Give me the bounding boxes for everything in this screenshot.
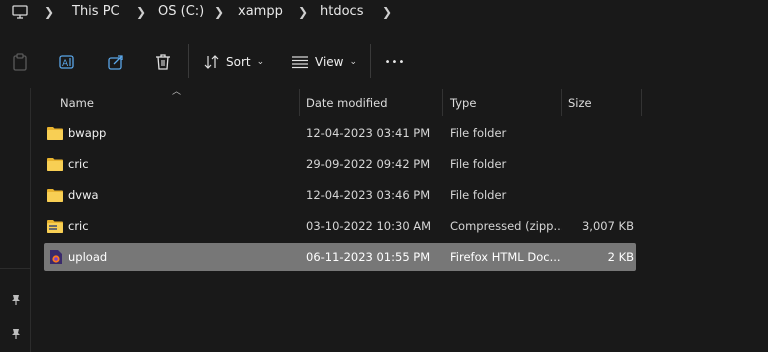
breadcrumb-chevron-icon: ❯ xyxy=(214,5,225,19)
breadcrumb-chevron-icon: ❯ xyxy=(382,5,393,19)
trash-icon xyxy=(156,54,170,70)
folder-icon xyxy=(47,126,63,140)
view-lines-icon xyxy=(292,56,308,69)
file-date: 06-11-2023 01:55 PM xyxy=(306,250,431,264)
file-size: 2 KB xyxy=(607,250,634,264)
paste-button[interactable] xyxy=(8,48,32,76)
file-size xyxy=(564,181,634,209)
zip-folder-icon xyxy=(47,219,63,233)
folder-icon xyxy=(47,188,63,202)
folder-icon xyxy=(47,157,63,171)
sort-label: Sort xyxy=(226,55,251,69)
toolbar-divider xyxy=(188,44,189,78)
file-row[interactable]: cric 03-10-2022 10:30 AM Compressed (zip… xyxy=(44,212,636,240)
file-size xyxy=(564,119,634,147)
breadcrumb-this-pc[interactable]: This PC xyxy=(72,2,120,22)
file-size: 3,007 KB xyxy=(581,219,634,233)
file-name: cric xyxy=(68,157,89,171)
file-name: bwapp xyxy=(68,126,107,140)
file-type: Compressed (zipp... xyxy=(450,219,562,233)
file-row[interactable]: bwapp 12-04-2023 03:41 PM File folder xyxy=(44,119,636,147)
column-divider[interactable] xyxy=(299,89,300,116)
column-divider[interactable] xyxy=(442,89,443,116)
svg-text:A: A xyxy=(62,59,69,69)
pin-icon[interactable] xyxy=(10,328,22,343)
nav-divider xyxy=(0,268,30,269)
file-name: cric xyxy=(68,219,89,233)
file-row[interactable]: dvwa 12-04-2023 03:46 PM File folder xyxy=(44,181,636,209)
file-type: File folder xyxy=(450,126,507,140)
column-header-name[interactable]: Name xyxy=(60,92,296,114)
chevron-down-icon: ⌄ xyxy=(256,57,265,67)
file-date: 12-04-2023 03:41 PM xyxy=(306,126,431,140)
firefox-html-icon xyxy=(49,249,63,265)
share-button[interactable] xyxy=(103,48,129,76)
more-icon: ••• xyxy=(384,56,406,68)
file-type: File folder xyxy=(450,188,507,202)
breadcrumb-chevron-icon: ❯ xyxy=(44,5,55,19)
file-date: 29-09-2022 09:42 PM xyxy=(306,157,431,171)
breadcrumb-htdocs[interactable]: htdocs xyxy=(320,2,363,22)
breadcrumb-os-c[interactable]: OS (C:) xyxy=(158,2,204,22)
chevron-down-icon: ⌄ xyxy=(349,57,358,67)
breadcrumb-chevron-icon: ❯ xyxy=(136,5,147,19)
sort-icon xyxy=(204,55,219,69)
file-name: dvwa xyxy=(68,188,99,202)
rename-icon: A xyxy=(59,55,74,69)
breadcrumb-xampp[interactable]: xampp xyxy=(238,2,283,22)
navigation-pane xyxy=(0,88,31,352)
rename-button[interactable]: A xyxy=(54,48,80,76)
view-button[interactable]: View ⌄ xyxy=(291,48,359,76)
file-type: Firefox HTML Doc... xyxy=(450,250,561,264)
file-name: upload xyxy=(68,250,108,264)
file-row[interactable]: cric 29-09-2022 09:42 PM File folder xyxy=(44,150,636,178)
pin-icon[interactable] xyxy=(10,294,22,309)
file-type: File folder xyxy=(450,157,507,171)
clipboard-icon xyxy=(13,53,27,71)
sort-button[interactable]: Sort ⌄ xyxy=(204,48,268,76)
column-divider[interactable] xyxy=(641,89,642,116)
breadcrumb-chevron-icon: ❯ xyxy=(298,5,309,19)
column-header-size[interactable]: Size xyxy=(568,92,638,114)
share-icon xyxy=(108,55,123,70)
file-row-selected[interactable]: upload 06-11-2023 01:55 PM Firefox HTML … xyxy=(44,243,636,271)
view-label: View xyxy=(315,55,344,69)
column-header-type[interactable]: Type xyxy=(450,92,560,114)
column-header-date[interactable]: Date modified xyxy=(306,92,440,114)
more-options-button[interactable]: ••• xyxy=(382,48,408,76)
file-date: 12-04-2023 03:46 PM xyxy=(306,188,431,202)
column-divider[interactable] xyxy=(561,89,562,116)
computer-icon[interactable] xyxy=(12,5,28,22)
delete-button[interactable] xyxy=(150,48,176,76)
file-date: 03-10-2022 10:30 AM xyxy=(306,219,432,233)
toolbar-divider xyxy=(370,44,371,78)
file-size xyxy=(564,150,634,178)
